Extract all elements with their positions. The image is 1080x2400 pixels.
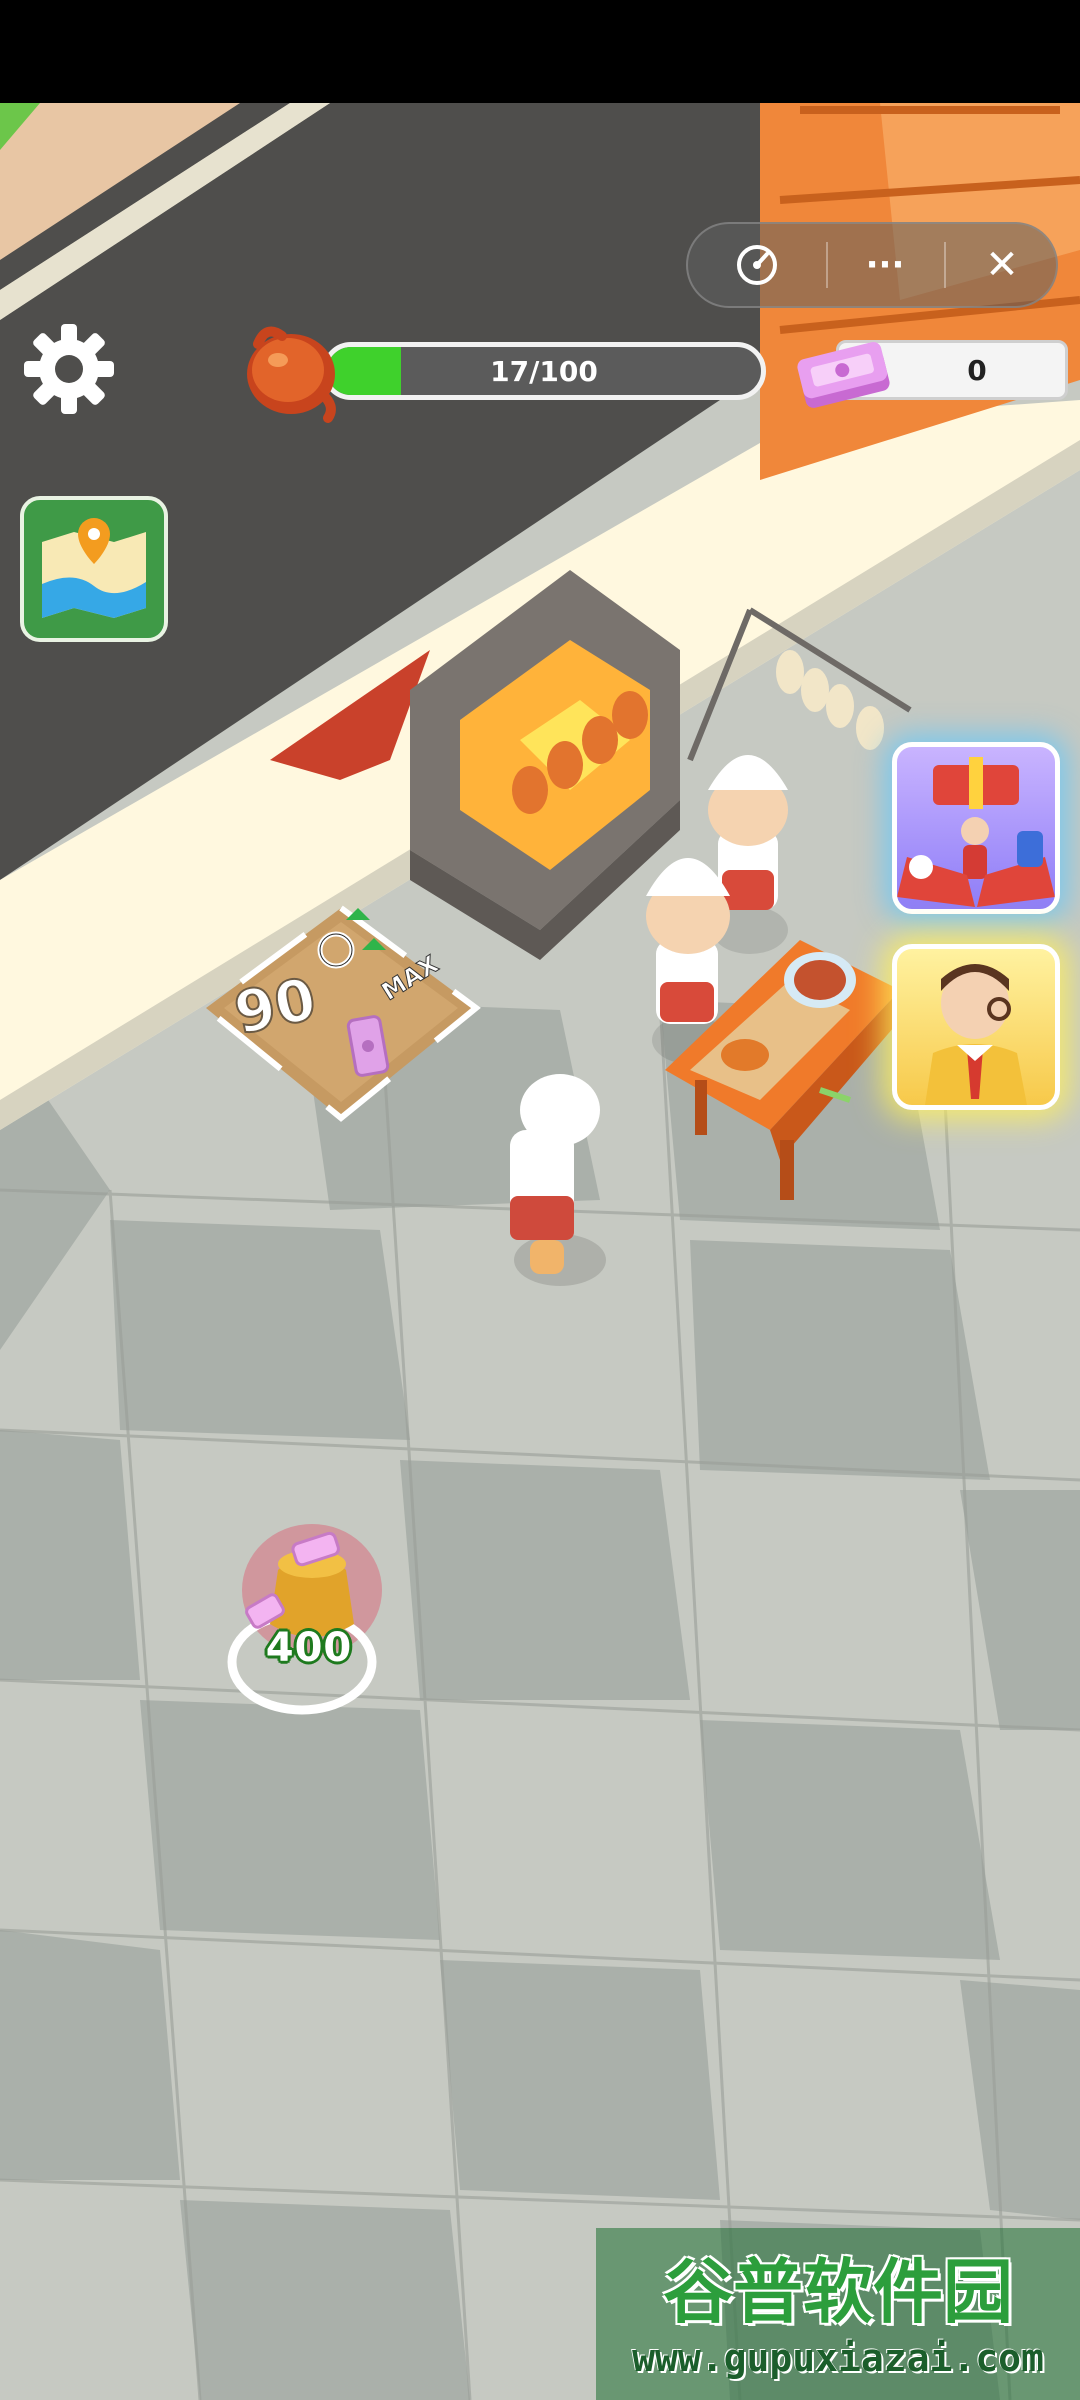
manager-avatar-icon xyxy=(925,964,1027,1105)
map-pin-icon xyxy=(42,518,146,618)
watermark-url: www.gupuxiazai.com xyxy=(632,2336,1044,2380)
miniprogram-capsule: ··· ✕ xyxy=(686,222,1058,308)
coin-bag-pickup[interactable] xyxy=(224,1500,400,1740)
settings-button[interactable] xyxy=(22,322,116,416)
gift-box-icon xyxy=(897,757,1055,907)
site-watermark: 谷普软件园 www.gupuxiazai.com xyxy=(596,2228,1080,2400)
game-scene[interactable] xyxy=(0,103,1080,2400)
money-bag-icon xyxy=(227,1524,382,1715)
close-icon[interactable]: ✕ xyxy=(948,224,1056,306)
gift-reward-button[interactable] xyxy=(892,742,1060,914)
capsule-divider xyxy=(944,242,946,288)
cash-stack-icon xyxy=(788,330,898,416)
manager-hire-button[interactable] xyxy=(892,944,1060,1110)
map-button[interactable] xyxy=(20,496,168,642)
game-controller-icon[interactable] xyxy=(702,224,812,306)
progress-text: 17/100 xyxy=(490,354,598,388)
coin-bag-price: 400 xyxy=(265,1625,353,1671)
upgrade-pad[interactable]: 90 MAX xyxy=(196,898,486,1148)
capsule-divider xyxy=(826,242,828,288)
watermark-logo: 谷普软件园 xyxy=(663,2250,1013,2333)
gear-icon xyxy=(24,324,114,414)
roast-duck-icon xyxy=(238,314,344,424)
more-dots-icon[interactable]: ··· xyxy=(830,224,940,306)
status-bar xyxy=(0,0,1080,103)
order-progress-bar: 17/100 xyxy=(322,342,766,400)
